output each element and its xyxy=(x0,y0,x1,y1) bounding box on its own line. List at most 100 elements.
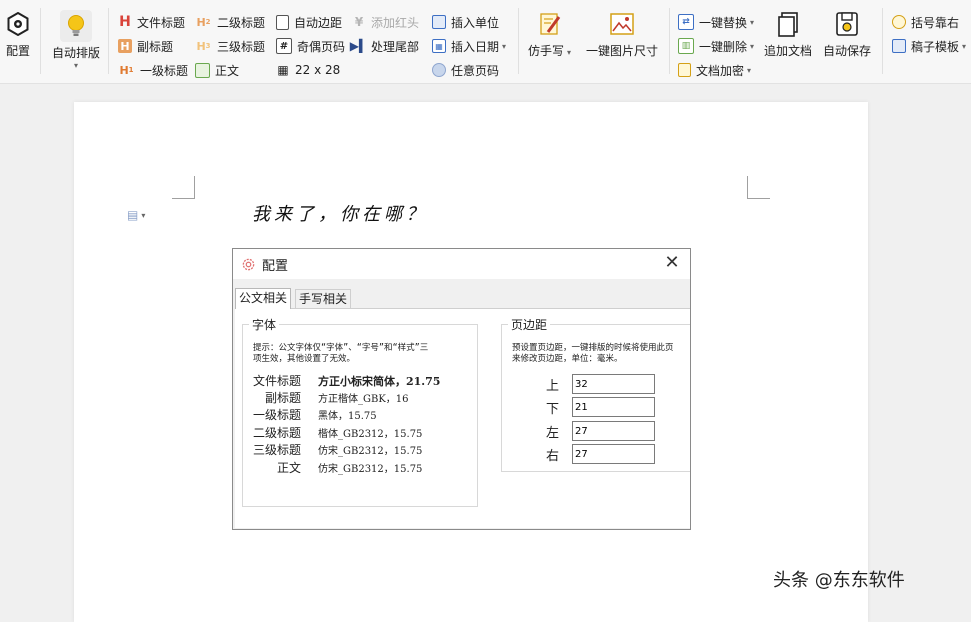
font-row: 二级标题 楷体_GB2312，15.75 xyxy=(251,424,422,441)
margin-group: 页边距 预设置页边距，一键排版的时候将使用此页 来修改页边距，单位：毫米。 上 … xyxy=(501,316,690,472)
dialog-title: 配置 xyxy=(262,258,289,274)
font-group: 字体 提示：公文字体仅“字体”、“字号”和“样式”三 项生效，其他设置了无效。 … xyxy=(242,316,478,507)
level2-heading-button[interactable]: H2 二级标题 xyxy=(195,12,265,32)
toolbar-divider xyxy=(882,8,883,74)
auto-save-label: 自动保存 xyxy=(823,44,872,58)
font-row-value: 方正楷体_GBK，16 xyxy=(318,394,409,405)
tab-official-doc[interactable]: 公文相关 xyxy=(235,288,292,309)
font-row-value: 仿宋_GB2312，15.75 xyxy=(318,446,423,457)
image-size-button[interactable]: 一键图片尺寸 xyxy=(586,10,658,59)
config-button[interactable]: 配置 xyxy=(4,10,32,59)
auto-margin-button[interactable]: 自动边距 xyxy=(276,12,342,32)
tab-handwriting[interactable]: 手写相关 xyxy=(295,289,352,308)
grid-size-button[interactable]: ▦ 22 x 28 xyxy=(276,60,340,80)
file-title-button[interactable]: H 文件标题 xyxy=(118,12,185,32)
replace-icon: ⇄ xyxy=(678,14,694,30)
margin-group-title: 页边距 xyxy=(508,316,551,333)
file-title-label: 文件标题 xyxy=(137,15,186,30)
fake-handwriting-text: 仿手写 xyxy=(528,44,565,58)
chevron-down-icon: ▾ xyxy=(750,17,755,27)
chevron-down-icon: ▾ xyxy=(502,41,507,51)
any-page-number-label: 任意页码 xyxy=(451,63,500,78)
add-red-header-button[interactable]: ¥ 添加红头 xyxy=(352,12,419,32)
toolbar-divider xyxy=(669,8,670,74)
paragraph-menu[interactable]: ▤ ▾ xyxy=(127,208,145,222)
document-icon: ▤ xyxy=(127,208,139,222)
handle-tail-button[interactable]: ▶▍ 处理尾部 xyxy=(350,36,420,56)
margin-top-input[interactable] xyxy=(572,374,655,394)
one-key-delete-button[interactable]: ▥ 一键删除 ▾ xyxy=(678,36,754,56)
font-row: 文件标题 方正小标宋简体，21.75 xyxy=(251,372,440,389)
bracket-icon xyxy=(892,15,906,29)
font-row-value: 仿宋_GB2312，15.75 xyxy=(318,464,423,475)
margin-corner-mark xyxy=(747,176,770,199)
doc-encrypt-button[interactable]: 文档加密 ▾ xyxy=(678,60,751,80)
font-row-value: 楷体_GB2312，15.75 xyxy=(318,429,423,440)
watermark-text: 头条 @东东软件 xyxy=(773,570,905,591)
config-label: 配置 xyxy=(5,44,30,58)
level2-label: 二级标题 xyxy=(217,15,266,30)
odd-even-page-label: 奇偶页码 xyxy=(297,39,346,54)
tab-panel-official-doc: 字体 提示：公文字体仅“字体”、“字号”和“样式”三 项生效，其他设置了无效。 … xyxy=(235,308,690,528)
margin-hint-line1: 预设置页边距，一键排版的时候将使用此页 xyxy=(512,343,674,353)
hash-icon: # xyxy=(276,38,292,54)
draft-template-button[interactable]: 稿子模板 ▾ xyxy=(892,36,966,56)
font-row-name: 正文 xyxy=(276,461,301,475)
body-text-label: 正文 xyxy=(215,63,240,78)
page-margin-icon xyxy=(276,14,289,30)
margin-row-top: 上 xyxy=(546,374,655,394)
handwriting-pen-icon xyxy=(536,10,564,38)
heading-h-orange-icon: H xyxy=(118,39,132,53)
calendar-icon: ▦ xyxy=(432,39,446,53)
auto-layout-button[interactable]: 自动排版 ▾ xyxy=(52,10,100,70)
lock-icon xyxy=(678,63,691,77)
any-page-number-button[interactable]: 任意页码 xyxy=(432,60,499,80)
chevron-down-icon: ▾ xyxy=(750,41,755,51)
insert-unit-button[interactable]: 插入单位 xyxy=(432,12,499,32)
chevron-down-icon: ▾ xyxy=(962,41,967,51)
font-row-name: 二级标题 xyxy=(252,426,301,440)
bracket-right-label: 括号靠右 xyxy=(911,15,960,30)
trash-icon: ▥ xyxy=(678,38,694,54)
margin-label: 上 xyxy=(546,378,560,394)
margin-corner-mark xyxy=(172,176,195,199)
chevron-down-icon: ▾ xyxy=(567,48,572,57)
insert-unit-label: 插入单位 xyxy=(451,15,500,30)
chevron-down-icon: ▾ xyxy=(141,210,146,220)
append-doc-label: 追加文档 xyxy=(764,44,813,58)
close-button[interactable]: ✕ xyxy=(662,253,682,273)
red-header-icon: ¥ xyxy=(354,15,364,29)
margin-left-input[interactable] xyxy=(572,421,655,441)
margin-right-input[interactable] xyxy=(572,444,655,464)
level1-heading-button[interactable]: H1 一级标题 xyxy=(118,60,188,80)
font-row-value: 方正小标宋简体，21.75 xyxy=(318,374,441,388)
config-gear-icon xyxy=(4,10,32,38)
toolbar-divider xyxy=(40,8,41,74)
fake-handwriting-button[interactable]: 仿手写 ▾ xyxy=(528,10,571,59)
font-row: 一级标题 黑体，15.75 xyxy=(251,406,377,423)
font-hint-line2: 项生效，其他设置了无效。 xyxy=(253,354,356,364)
font-row-value: 黑体，15.75 xyxy=(318,411,377,422)
font-row-name: 一级标题 xyxy=(252,408,301,422)
chevron-down-icon: ▾ xyxy=(74,61,79,70)
subtitle-button[interactable]: H 副标题 xyxy=(118,36,173,56)
grid-icon: ▦ xyxy=(277,63,289,77)
append-doc-button[interactable]: 追加文档 xyxy=(764,10,812,59)
image-size-label: 一键图片尺寸 xyxy=(586,44,659,58)
one-key-replace-button[interactable]: ⇄ 一键替换 ▾ xyxy=(678,12,754,32)
margin-label: 右 xyxy=(546,448,560,464)
heading-h1-icon: H1 xyxy=(119,63,134,77)
one-key-replace-label: 一键替换 xyxy=(699,15,748,30)
odd-even-page-button[interactable]: # 奇偶页码 xyxy=(276,36,345,56)
tab-control: 公文相关 手写相关 字体 提示：公文字体仅“字体”、“字号”和“样式”三 项生效… xyxy=(233,279,690,529)
chevron-down-icon: ▾ xyxy=(747,65,752,75)
insert-date-button[interactable]: ▦ 插入日期 ▾ xyxy=(432,36,506,56)
body-text-button[interactable]: 正文 xyxy=(195,60,239,80)
font-row: 正文 仿宋_GB2312，15.75 xyxy=(251,459,422,476)
auto-save-button[interactable]: 自动保存 xyxy=(823,10,871,59)
handle-tail-label: 处理尾部 xyxy=(371,39,420,54)
margin-bottom-input[interactable] xyxy=(572,397,655,417)
level3-heading-button[interactable]: H3 三级标题 xyxy=(195,36,265,56)
grid-size-label: 22 x 28 xyxy=(295,63,341,77)
bracket-right-button[interactable]: 括号靠右 xyxy=(892,12,959,32)
